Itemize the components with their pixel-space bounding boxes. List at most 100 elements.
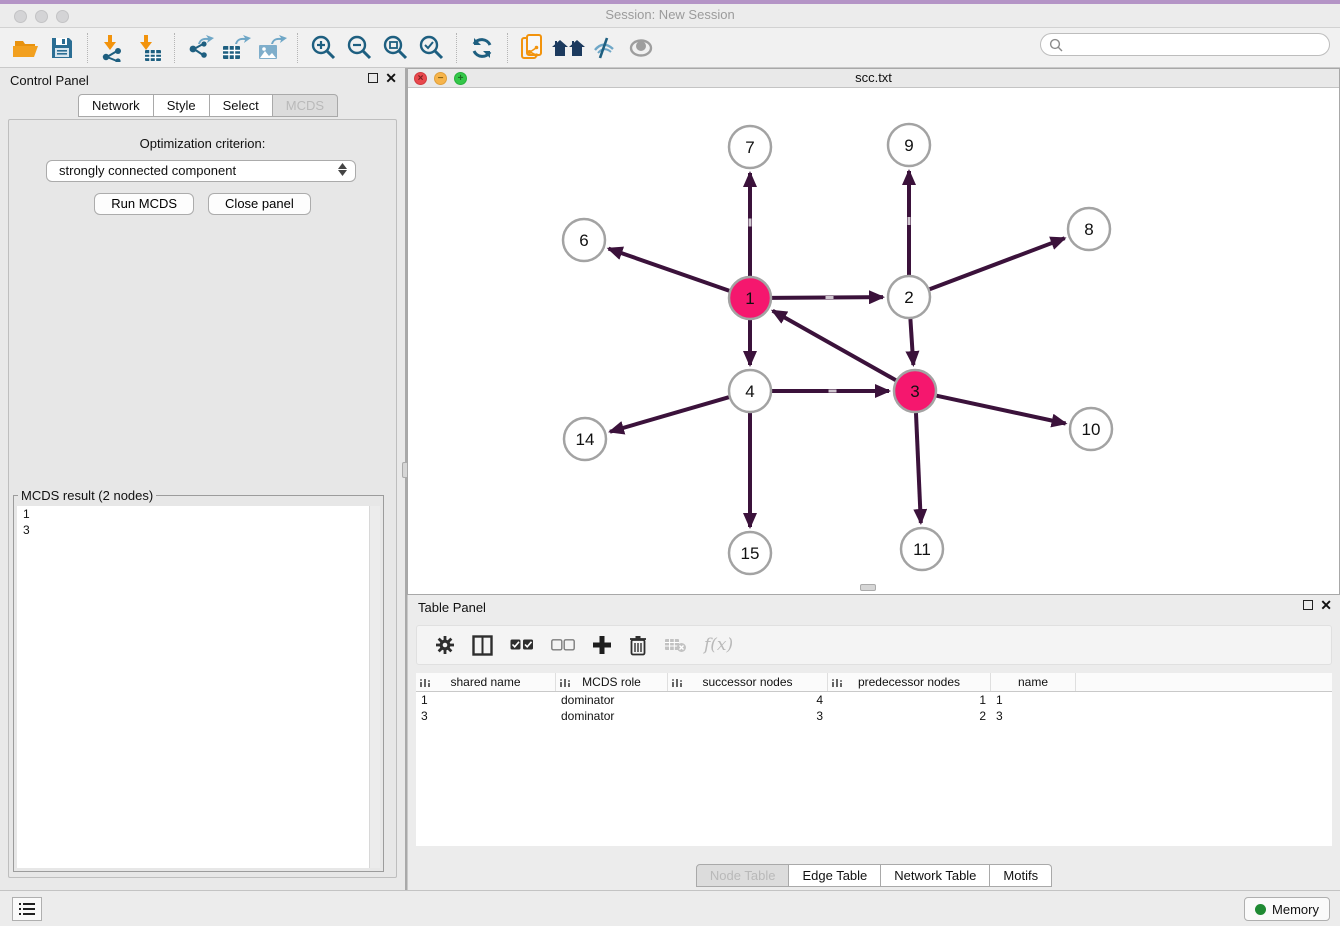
tab-select[interactable]: Select	[210, 94, 273, 117]
network-canvas[interactable]: 1234678910111415	[408, 88, 1339, 594]
table-cell[interactable]: 4	[668, 692, 828, 708]
edge-label-mark	[829, 390, 837, 393]
copy-network-icon	[519, 33, 547, 63]
column-header-mcds-role[interactable]: MCDS role	[556, 673, 668, 691]
list-icon	[19, 902, 35, 916]
float-table-panel-icon[interactable]	[1303, 600, 1313, 610]
horizontal-splitter-grip[interactable]	[860, 584, 876, 591]
show-all-networks-button[interactable]	[551, 31, 587, 65]
mcds-result-textarea[interactable]: 1 3	[17, 506, 380, 868]
table-cell[interactable]: 1	[416, 692, 556, 708]
save-session-button[interactable]	[44, 31, 80, 65]
network-window-titlebar[interactable]: × − + scc.txt	[408, 69, 1339, 88]
graph-node-label: 14	[576, 430, 595, 449]
table-row[interactable]: 1dominator411	[416, 692, 1332, 708]
column-header-shared-name[interactable]: shared name	[416, 673, 556, 691]
tab-network[interactable]: Network	[78, 94, 154, 117]
folder-open-icon	[12, 35, 40, 61]
tab-style[interactable]: Style	[154, 94, 210, 117]
graph-edge-2-3[interactable]	[910, 319, 913, 365]
memory-button[interactable]: Memory	[1244, 897, 1330, 921]
tab-mcds[interactable]: MCDS	[273, 94, 338, 117]
result-scrollbar-track[interactable]	[369, 506, 380, 868]
table-cell[interactable]: dominator	[556, 692, 668, 708]
run-mcds-button[interactable]: Run MCDS	[94, 193, 194, 215]
table-bottom-strip	[408, 846, 1340, 864]
zoom-fit-icon	[381, 34, 409, 62]
result-line: 1	[17, 506, 380, 522]
graph-edge-1-6[interactable]	[609, 249, 730, 291]
edge-label-mark	[825, 296, 833, 299]
show-panel-button[interactable]	[623, 31, 659, 65]
unselect-all-columns-button[interactable]	[551, 639, 575, 651]
zoom-in-button[interactable]	[305, 31, 341, 65]
tab-motifs[interactable]: Motifs	[990, 864, 1052, 887]
zoom-out-icon	[345, 34, 373, 62]
mcds-result-title: MCDS result (2 nodes)	[18, 488, 156, 503]
graph-edge-3-11[interactable]	[916, 413, 921, 523]
tab-node-table[interactable]: Node Table	[696, 864, 790, 887]
optimization-criterion-label: Optimization criterion:	[9, 136, 396, 151]
table-cell[interactable]: 1	[828, 692, 991, 708]
table-panel: Table Panel ✕	[407, 595, 1340, 890]
graph-edge-3-1[interactable]	[773, 311, 896, 380]
table-cell[interactable]: 3	[991, 708, 1076, 724]
graph-edge-3-10[interactable]	[937, 396, 1066, 424]
create-column-button[interactable]	[592, 635, 612, 655]
optimization-criterion-value: strongly connected component	[59, 163, 236, 178]
float-panel-icon[interactable]	[368, 73, 378, 83]
gear-icon	[435, 635, 455, 655]
duplicate-network-button[interactable]	[515, 31, 551, 65]
toolbar-separator	[297, 33, 298, 63]
export-network-button[interactable]	[182, 31, 218, 65]
export-image-button[interactable]	[254, 31, 290, 65]
mcds-result-group: MCDS result (2 nodes) 1 3	[13, 495, 384, 872]
window-title: Session: New Session	[0, 7, 1340, 22]
tab-edge-table[interactable]: Edge Table	[789, 864, 881, 887]
export-table-button[interactable]	[218, 31, 254, 65]
zoom-selected-button[interactable]	[413, 31, 449, 65]
import-table-button[interactable]	[131, 31, 167, 65]
graph-node-label: 11	[913, 540, 931, 559]
optimization-criterion-select[interactable]: strongly connected component	[46, 160, 356, 182]
zoom-selected-icon	[417, 34, 445, 62]
status-bar: Memory	[0, 890, 1340, 926]
toolbar-separator	[456, 33, 457, 63]
delete-column-button[interactable]	[629, 635, 647, 656]
show-column-button[interactable]	[472, 635, 493, 656]
task-history-button[interactable]	[12, 897, 42, 921]
tab-network-table[interactable]: Network Table	[881, 864, 990, 887]
close-table-panel-icon[interactable]: ✕	[1320, 600, 1332, 610]
table-cell[interactable]: 1	[991, 692, 1076, 708]
main-toolbar	[0, 28, 1340, 68]
graph-edge-4-14[interactable]	[610, 397, 729, 432]
table-cell[interactable]: 3	[668, 708, 828, 724]
graph-edge-2-8[interactable]	[930, 238, 1065, 289]
search-input[interactable]	[1068, 38, 1321, 52]
select-all-columns-button[interactable]	[510, 639, 534, 651]
apply-layout-button[interactable]	[464, 31, 500, 65]
column-header-name[interactable]: name	[991, 673, 1076, 691]
zoom-fit-button[interactable]	[377, 31, 413, 65]
close-panel-button[interactable]: Close panel	[208, 193, 311, 215]
column-header-successor-nodes[interactable]: successor nodes	[668, 673, 828, 691]
hide-panel-button[interactable]	[587, 31, 623, 65]
zoom-out-button[interactable]	[341, 31, 377, 65]
search-box[interactable]	[1040, 33, 1330, 56]
unchecked-boxes-icon	[551, 639, 575, 651]
table-cell[interactable]: 3	[416, 708, 556, 724]
table-cell[interactable]: 2	[828, 708, 991, 724]
column-type-icon	[560, 678, 570, 687]
import-network-button[interactable]	[95, 31, 131, 65]
table-row[interactable]: 3dominator323	[416, 708, 1332, 724]
close-panel-icon[interactable]: ✕	[385, 73, 397, 83]
network-graph: 1234678910111415	[408, 88, 1339, 594]
column-header-predecessor-nodes[interactable]: predecessor nodes	[828, 673, 991, 691]
table-cell[interactable]: dominator	[556, 708, 668, 724]
toolbar-separator	[507, 33, 508, 63]
export-table-icon	[221, 34, 251, 62]
table-settings-button[interactable]	[435, 635, 455, 655]
open-session-button[interactable]	[8, 31, 44, 65]
column-type-icon	[832, 678, 842, 687]
memory-status-icon	[1255, 904, 1266, 915]
